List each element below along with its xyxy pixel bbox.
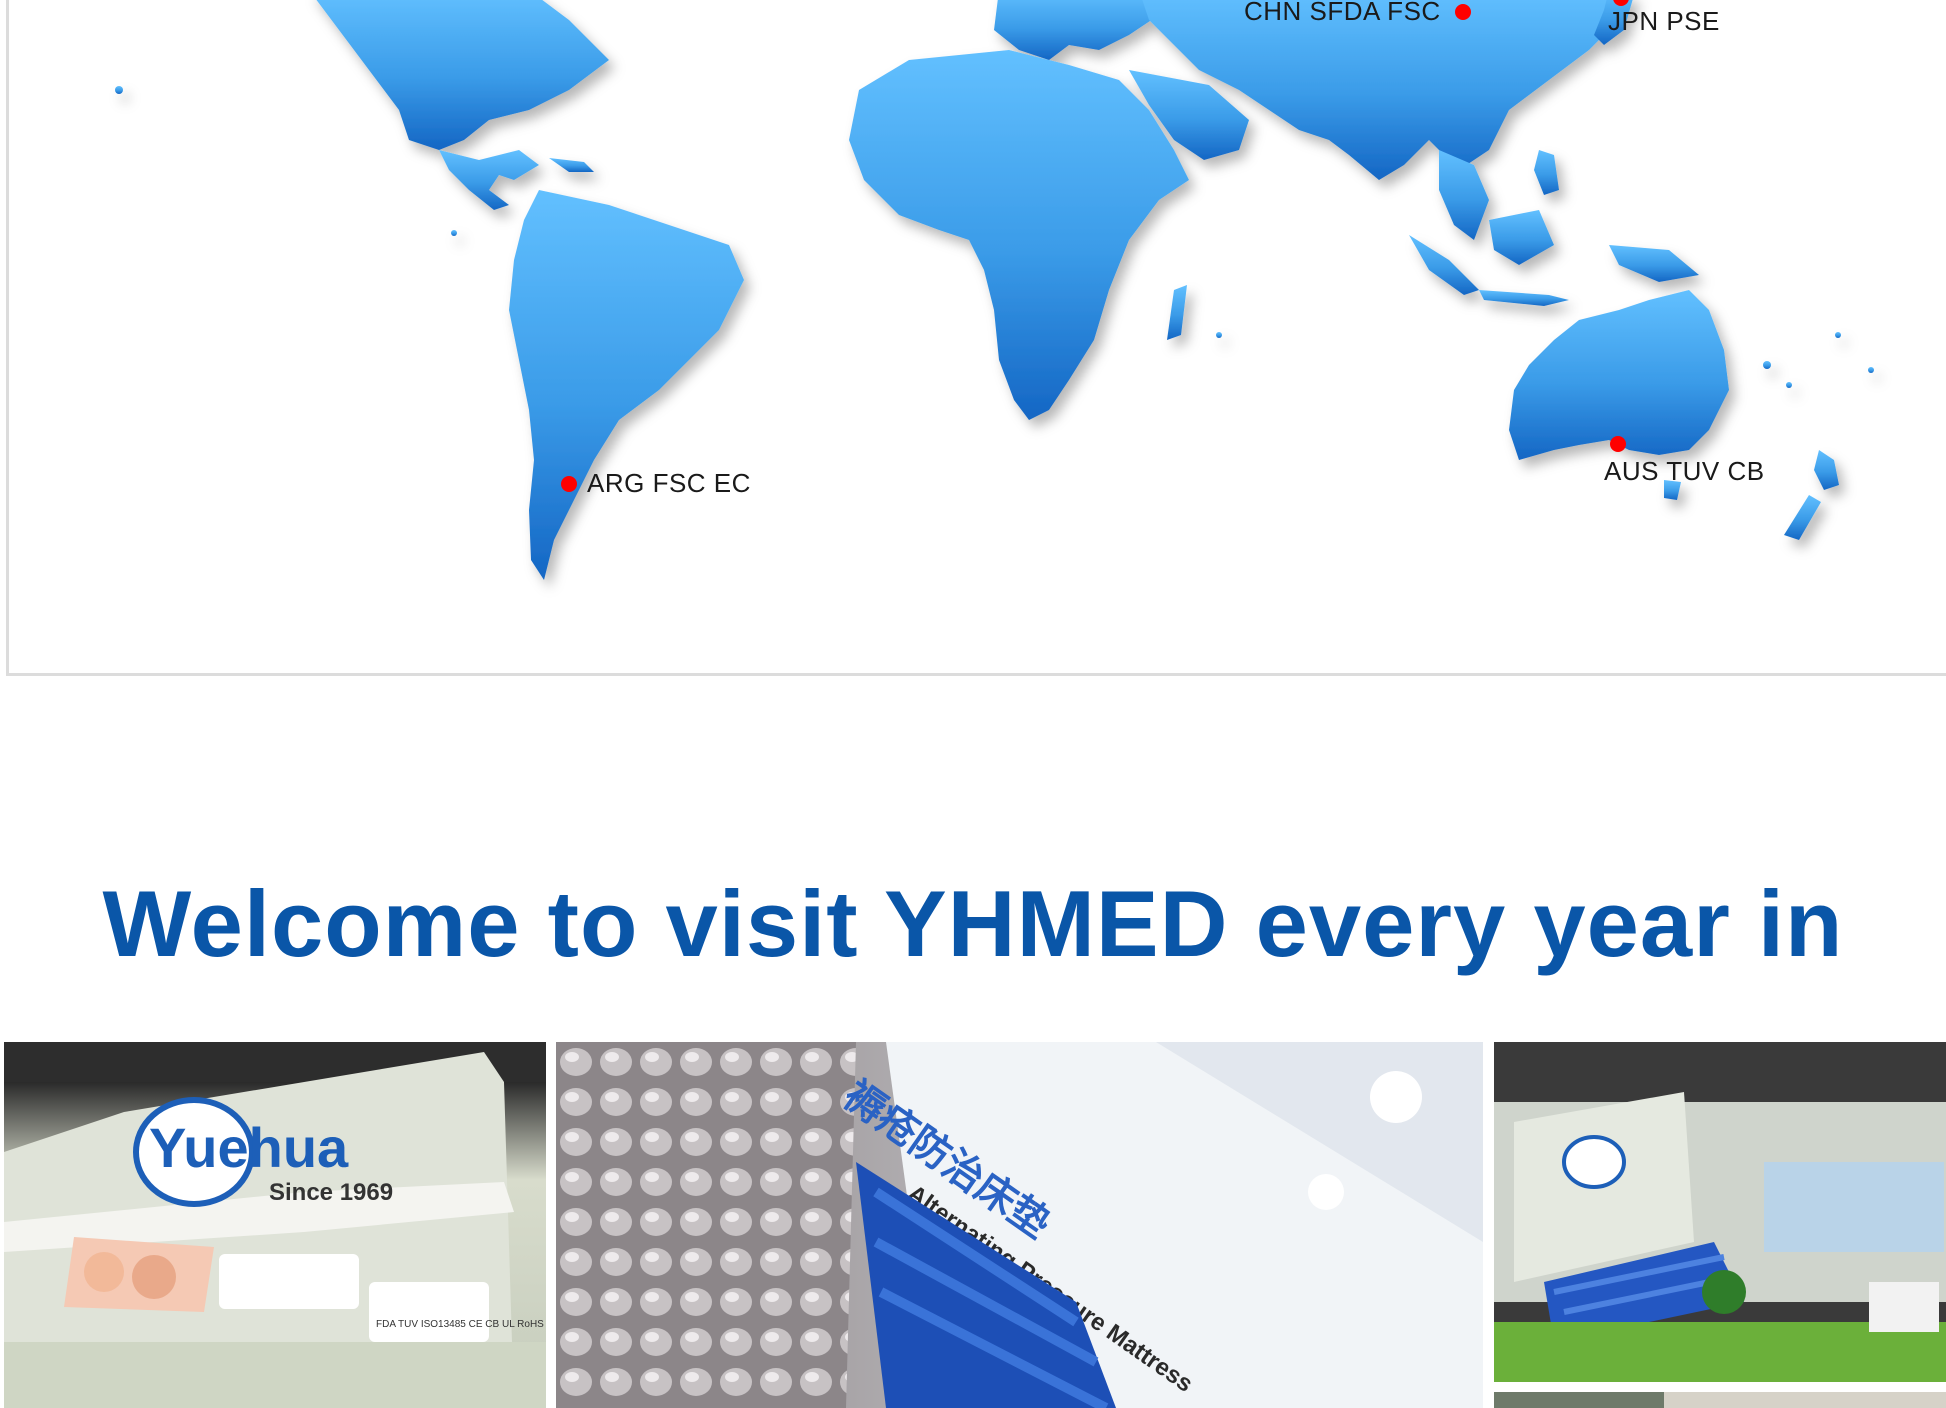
booth-photo-right-lower bbox=[1494, 1392, 1946, 1408]
marker-dot-aus bbox=[1610, 436, 1626, 452]
europe bbox=[994, 0, 1159, 60]
marker-label-jpn: JPN PSE bbox=[1608, 6, 1720, 36]
marker-jpn: JPN PSE bbox=[1608, 0, 1720, 37]
south-america bbox=[509, 190, 744, 580]
marker-chn: CHN SFDA FSC bbox=[1244, 0, 1471, 27]
booth-photo-center: 褥疮防治床垫 Alternating Pressure Mattress bbox=[556, 1042, 1483, 1408]
australia bbox=[1509, 290, 1729, 460]
marker-label-arg: ARG FSC EC bbox=[587, 468, 751, 498]
marker-label-chn: CHN SFDA FSC bbox=[1244, 0, 1441, 26]
marker-aus: AUS TUV CB bbox=[1604, 436, 1765, 487]
booth-photo-left: Yuehua Since 1969 FDA TUV ISO13485 CE CB… bbox=[4, 1042, 546, 1408]
africa bbox=[849, 50, 1189, 420]
booth-logo-text: Yuehua bbox=[149, 1116, 349, 1179]
north-america bbox=[316, 0, 609, 150]
central-america bbox=[439, 150, 539, 210]
marker-dot-arg bbox=[561, 475, 577, 492]
marker-arg: ARG FSC EC bbox=[561, 468, 751, 499]
booth-since-text: Since 1969 bbox=[269, 1179, 393, 1206]
booth-photo-right bbox=[1494, 1042, 1946, 1382]
world-map-panel: CHN SFDA FSC JPN PSE ARG FSC EC AUS TUV … bbox=[6, 0, 1946, 676]
marker-dot-chn bbox=[1454, 3, 1471, 20]
welcome-heading: Welcome to visit YHMED every year in bbox=[102, 871, 1844, 976]
world-map bbox=[115, 0, 1874, 580]
booth-cert-text: FDA TUV ISO13485 CE CB UL RoHS bbox=[376, 1319, 544, 1330]
marker-label-aus: AUS TUV CB bbox=[1604, 456, 1765, 486]
